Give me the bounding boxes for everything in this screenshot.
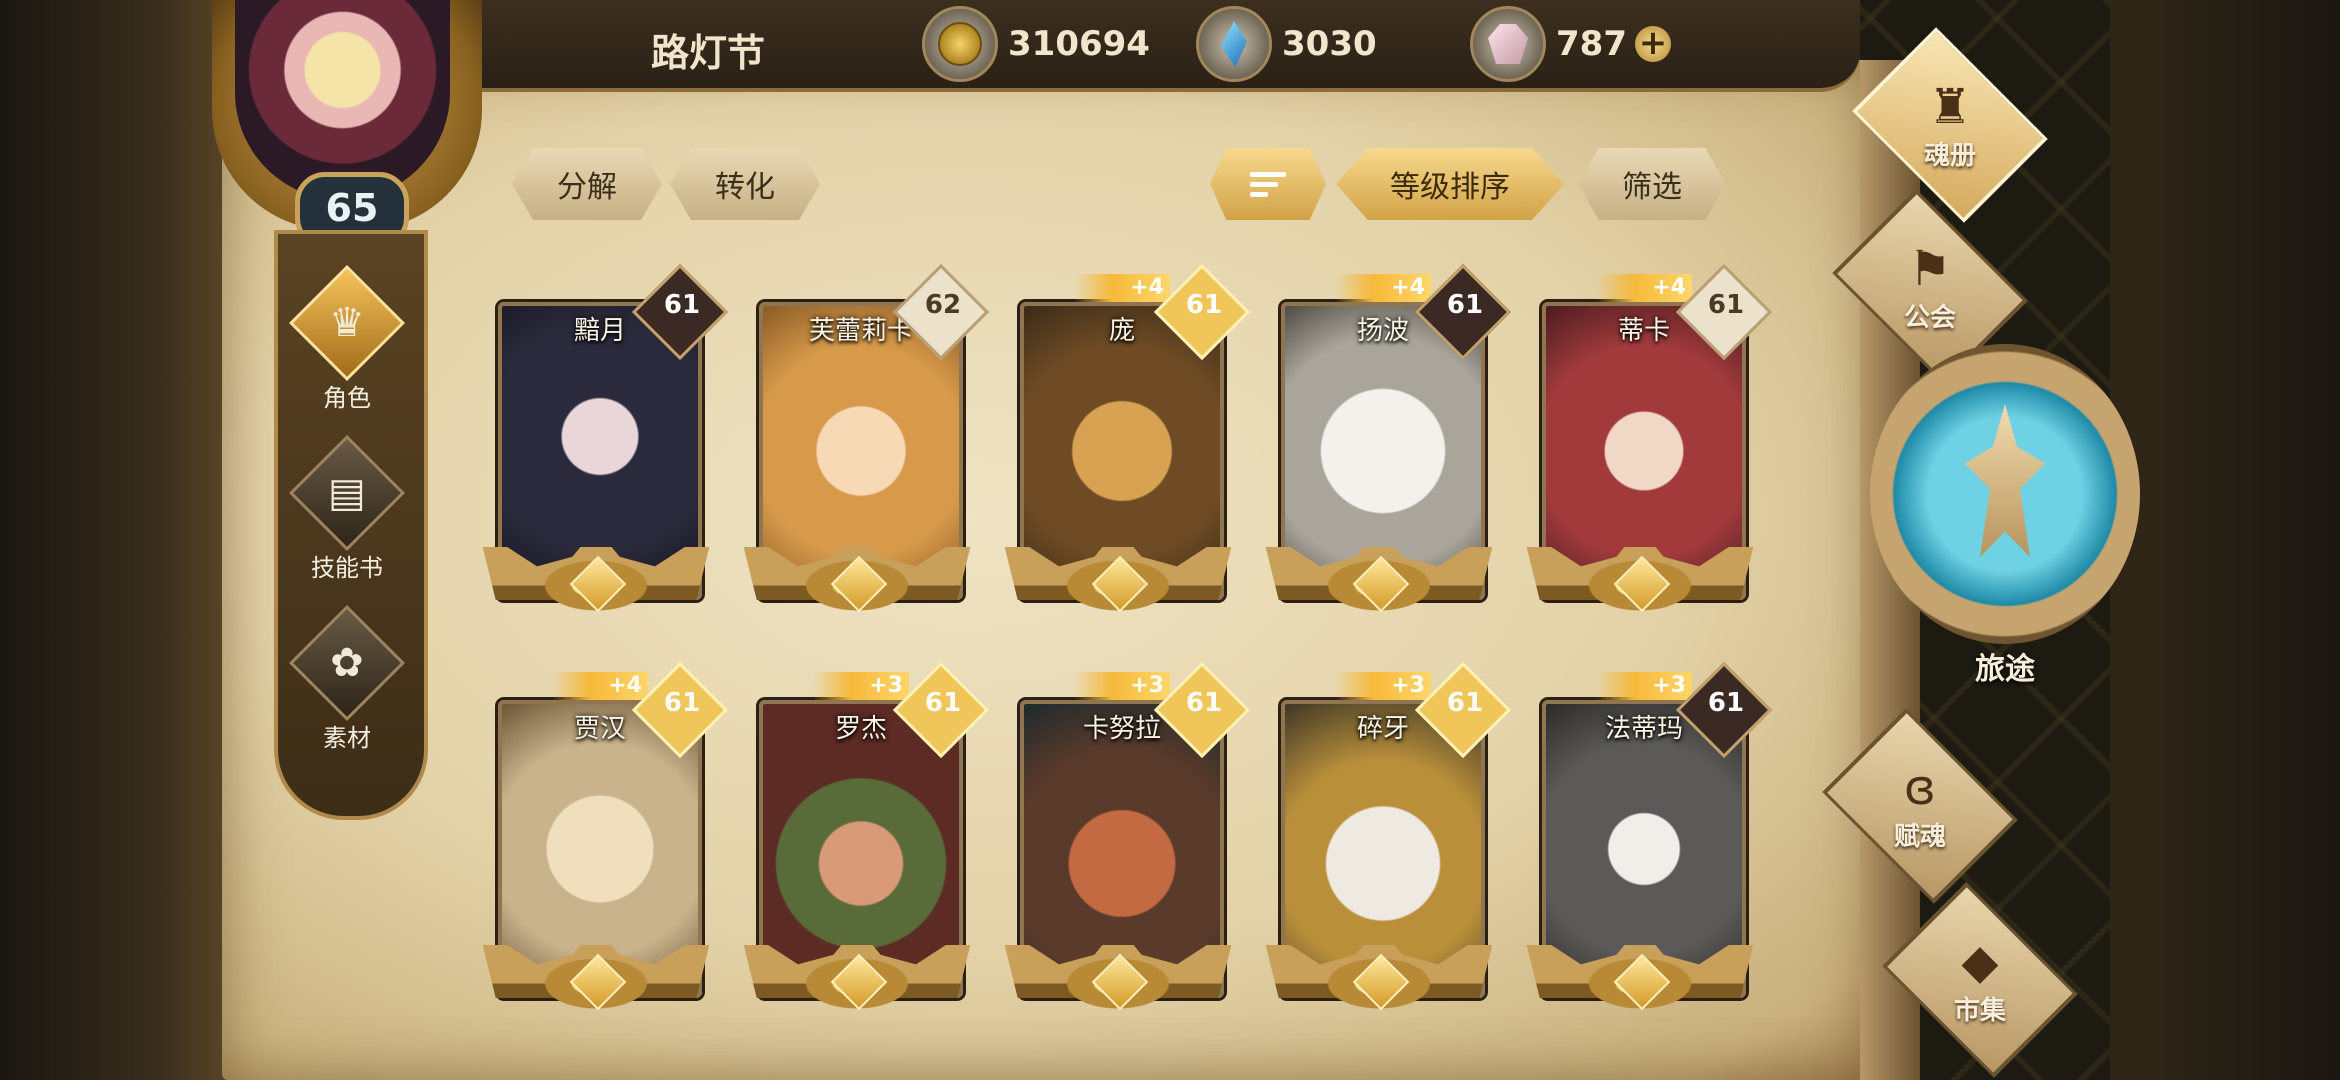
journey-button[interactable]: 旅途 [1870,344,2140,704]
nav-label: 素材 [323,724,371,752]
guild-icon: ⚑ [1908,240,1952,297]
helmet-icon: ♛ [329,299,365,346]
hero-level: 61 [1185,290,1223,320]
star-plus-tag: +4 [1335,274,1431,302]
soulbook-label: 魂册 [1923,140,1976,171]
hero-level: 61 [1707,290,1745,320]
level-sort-button[interactable]: 等级排序 [1336,148,1564,220]
market-label: 市集 [1953,995,2006,1026]
star-plus-tag: +4 [1596,274,1692,302]
hero-card[interactable]: 法蒂玛 +3 61 [1522,661,1773,1040]
nav-label: 角色 [323,384,371,412]
left-frame [0,0,230,1080]
star-plus-tag: +3 [1335,672,1431,700]
hero-card[interactable]: 贾汉 +4 61 [478,661,729,1040]
market-button[interactable]: ◆ 市集 [1870,882,2090,1078]
market-gem-icon: ◆ [1961,933,1999,990]
material-icon: ✿ [330,639,364,686]
star-plus-tag: +4 [552,672,648,700]
endow-label: 赋魂 [1893,821,1946,852]
hero-level: 61 [1446,290,1484,320]
hero-level: 61 [663,290,701,320]
hero-level: 61 [1707,688,1745,718]
star-plus-tag: +3 [1074,672,1170,700]
soulbook-button[interactable]: ♜ 魂册 [1840,27,2060,223]
add-gem-button[interactable]: + [1634,26,1671,62]
hero-card[interactable]: 卡努拉 +3 61 [1000,661,1251,1040]
journey-label: 旅途 [1975,652,2035,687]
hero-card[interactable]: 罗杰 +3 61 [739,661,990,1040]
gem-amount: 787 [1556,24,1627,64]
guild-label: 公会 [1903,302,1956,333]
gold-amount: 310694 [1008,24,1150,64]
crystal-amount: 3030 [1282,24,1377,64]
right-frame [2110,0,2340,1080]
gem-resource[interactable]: 787 + [1470,6,1671,82]
hero-card[interactable]: 蒂卡 +4 61 [1522,263,1773,642]
gold-resource[interactable]: 310694 [922,6,1150,82]
hero-level: 62 [924,290,962,320]
hero-level: 61 [924,688,962,718]
hero-level: 61 [1446,688,1484,718]
nav-label: 技能书 [311,554,383,582]
nav-item-material[interactable]: ✿ 素材 [280,605,414,753]
hero-card[interactable]: 扬波 +4 61 [1261,263,1512,642]
swirl-icon: ɞ [1904,759,1936,816]
hero-level: 61 [1185,688,1223,718]
crystal-resource[interactable]: 3030 [1196,6,1377,82]
nav-item-hero[interactable]: ♛ 角色 [280,265,414,413]
hero-level: 61 [663,688,701,718]
guild-button[interactable]: ⚑ 公会 [1820,189,2040,385]
star-plus-tag: +4 [1074,274,1170,302]
sort-order-button[interactable] [1210,148,1326,220]
book-icon: ▤ [328,469,366,516]
star-plus-tag: +3 [813,672,909,700]
page-title: 路灯节 [650,31,765,75]
convert-button[interactable]: 转化 [670,148,820,220]
filter-button[interactable]: 筛选 [1578,148,1726,220]
hero-card[interactable]: 芙蕾莉卡 62 [739,263,990,642]
endow-soul-button[interactable]: ɞ 赋魂 [1810,708,2030,904]
hero-card[interactable]: 黯月 61 [478,263,729,642]
soulbook-icon: ♜ [1928,78,1972,135]
hero-card[interactable]: 碎牙 +3 61 [1261,661,1512,1040]
star-plus-tag: +3 [1596,672,1692,700]
sort-list-icon [1250,171,1286,197]
decompose-button[interactable]: 分解 [512,148,662,220]
crystal-icon [1196,6,1272,82]
gem-icon [1470,6,1546,82]
gold-coin-icon [922,6,998,82]
hero-card[interactable]: 庞 +4 61 [1000,263,1251,642]
nav-item-skillbook[interactable]: ▤ 技能书 [280,435,414,583]
